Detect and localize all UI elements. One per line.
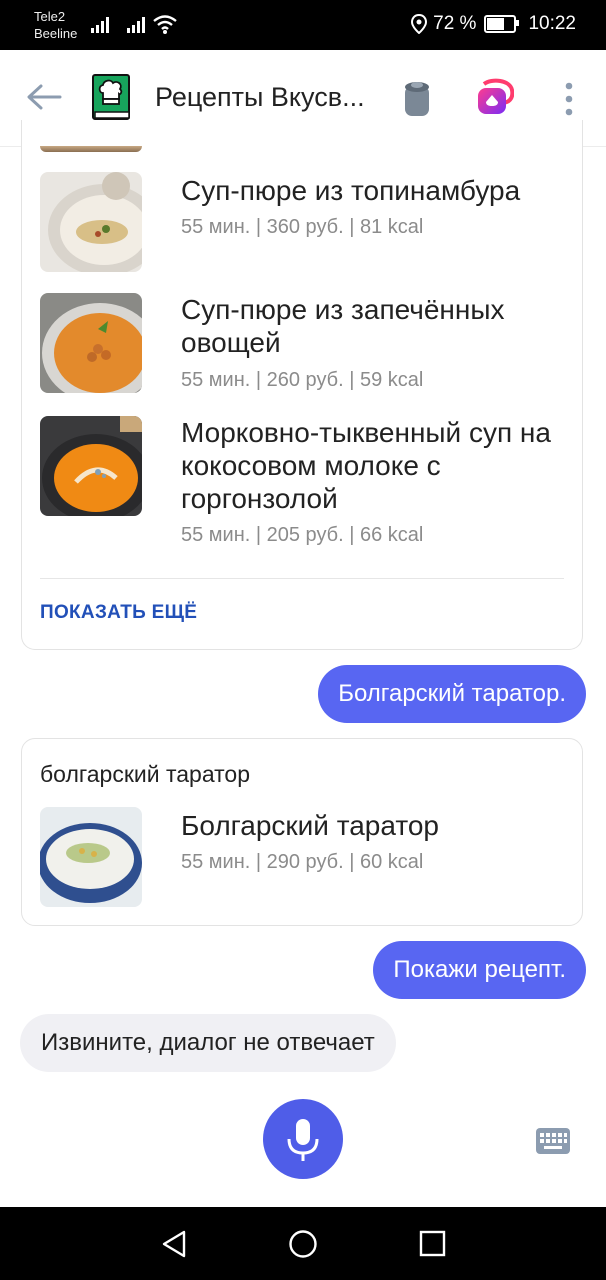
signal-icon: [91, 17, 109, 33]
speaker-icon[interactable]: [402, 78, 432, 118]
recipe-thumb-roasted-veg: [40, 293, 142, 393]
clock: 10:22: [528, 13, 576, 34]
wifi-icon: [153, 15, 177, 34]
nav-back-icon[interactable]: [160, 1229, 188, 1259]
result-card: болгарский таратор Болгарский таратор 55…: [21, 738, 583, 926]
nav-recents-icon[interactable]: [418, 1229, 446, 1259]
recipe-title: Суп-пюре из топинамбура: [181, 175, 521, 206]
result-query: болгарский таратор: [40, 761, 250, 787]
carrier-labels: Tele2 Beeline: [34, 8, 77, 42]
alice-icon[interactable]: [476, 78, 514, 116]
location-icon: [411, 14, 428, 34]
status-right: 72 % 10:22: [411, 13, 576, 35]
battery-icon: [484, 15, 520, 33]
recipe-meta: 55 мин. | 205 руб. | 66 kcal: [181, 524, 424, 546]
recipe-thumb-tarator: [40, 807, 142, 907]
divider: [40, 578, 564, 579]
show-more-button[interactable]: ПОКАЗАТЬ ЕЩЁ: [40, 602, 197, 624]
recipe-title: Суп-пюре из запечённых овощей: [181, 294, 505, 358]
recipe-item[interactable]: Суп-пюре из запечённых овощей 55 мин. | …: [40, 293, 560, 403]
recipe-meta: 55 мин. | 260 руб. | 59 kcal: [181, 369, 424, 391]
status-bar: Tele2 Beeline 72 % 10:22: [0, 0, 606, 50]
back-arrow-icon[interactable]: [26, 82, 62, 112]
more-vert-icon[interactable]: [563, 82, 575, 116]
recipe-item[interactable]: Морковно-тыквенный суп на кокосовом моло…: [40, 416, 560, 556]
user-message: Покажи рецепт.: [373, 941, 586, 999]
system-nav-bar: [0, 1207, 606, 1280]
recipe-thumb-carrot-pumpkin: [40, 416, 142, 516]
prev-thumb-fragment: [40, 146, 142, 152]
keyboard-icon[interactable]: [536, 1128, 570, 1154]
page-title: Рецепты Вкусв...: [155, 82, 365, 112]
recipe-thumb-topinambur: [40, 172, 142, 272]
recipe-book-icon: [92, 74, 130, 120]
recipe-meta: 55 мин. | 290 руб. | 60 kcal: [181, 851, 424, 873]
recipes-card: Суп-пюре из топинамбура 55 мин. | 360 ру…: [21, 120, 583, 650]
recipe-item[interactable]: Болгарский таратор 55 мин. | 290 руб. | …: [40, 807, 560, 907]
user-message: Болгарский таратор.: [318, 665, 586, 723]
microphone-icon: [287, 1119, 319, 1161]
nav-home-icon[interactable]: [288, 1229, 318, 1259]
battery-percent: 72 %: [433, 13, 477, 34]
mic-button[interactable]: [263, 1099, 343, 1179]
recipe-item[interactable]: Суп-пюре из топинамбура 55 мин. | 360 ру…: [40, 172, 560, 282]
recipe-title: Болгарский таратор: [181, 810, 439, 841]
recipe-title: Морковно-тыквенный суп на кокосовом моло…: [181, 417, 551, 514]
bot-message: Извините, диалог не отвечает: [20, 1014, 396, 1072]
signal-icon-2: [127, 17, 145, 33]
carrier-1: Tele2: [34, 9, 66, 24]
recipe-meta: 55 мин. | 360 руб. | 81 kcal: [181, 216, 424, 238]
carrier-2: Beeline: [34, 26, 78, 41]
